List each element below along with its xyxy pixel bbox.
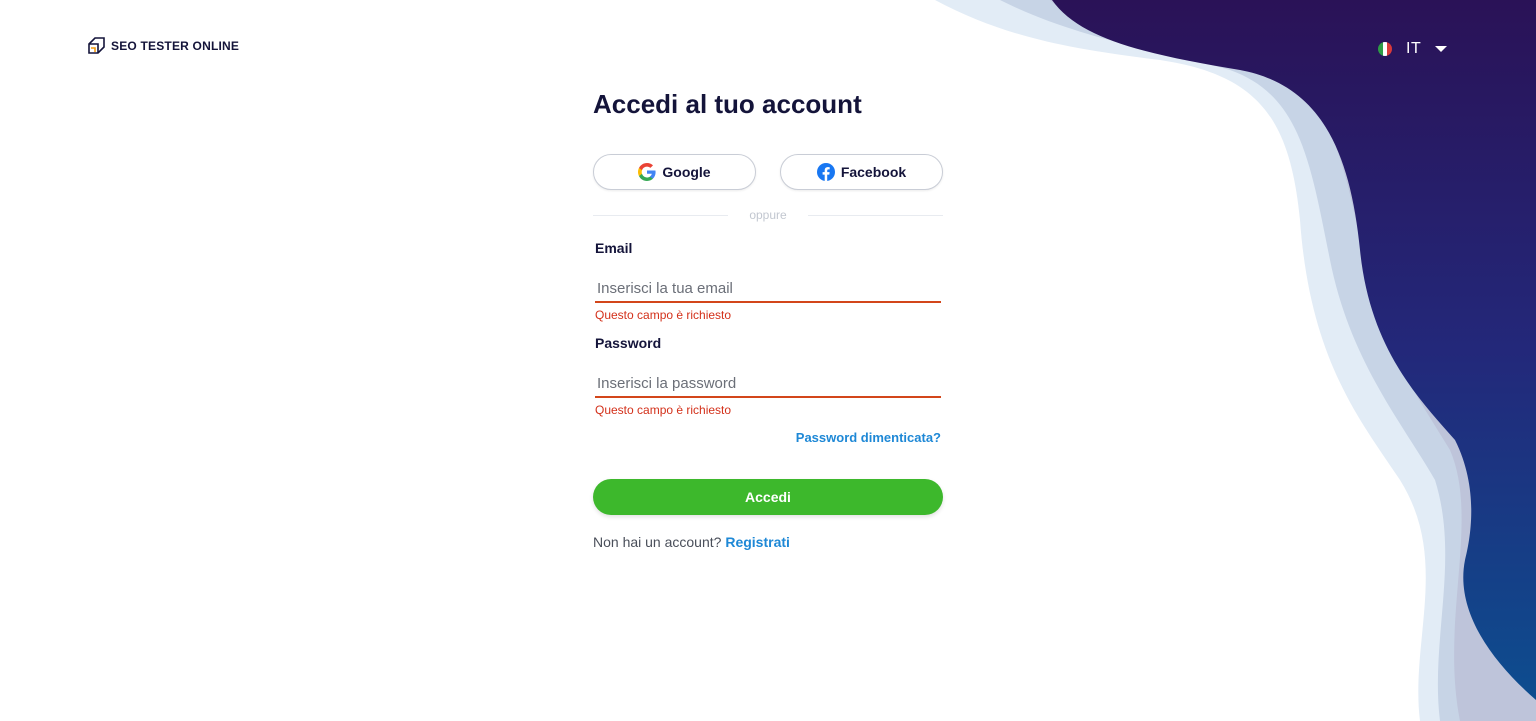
divider: oppure: [593, 206, 943, 224]
signup-prompt: Non hai un account? Registrati: [593, 534, 943, 550]
divider-text: oppure: [749, 208, 787, 222]
brand-logo[interactable]: SEO TESTER ONLINE: [86, 36, 239, 56]
login-button[interactable]: Accedi: [593, 479, 943, 515]
forgot-password-link[interactable]: Password dimenticata?: [593, 430, 941, 445]
email-label: Email: [595, 240, 633, 256]
facebook-icon: [816, 163, 835, 181]
language-code: IT: [1406, 40, 1422, 57]
brand-name: SEO TESTER ONLINE: [111, 39, 240, 53]
login-form: Accedi al tuo account Google Facebook op…: [593, 86, 943, 550]
divider-line-right: [808, 214, 943, 216]
google-icon: [638, 163, 656, 181]
email-error: Questo campo è richiesto: [595, 308, 732, 322]
google-label: Google: [662, 164, 711, 180]
chevron-down-icon: [1435, 46, 1448, 52]
page-title: Accedi al tuo account: [593, 89, 862, 119]
cube-logo-icon: [88, 37, 105, 54]
facebook-login-button[interactable]: Facebook: [780, 154, 943, 190]
password-error: Questo campo è richiesto: [595, 403, 732, 417]
signup-prompt-text: Non hai un account?: [593, 534, 722, 550]
social-login-row: Google Facebook: [593, 154, 943, 190]
signup-link[interactable]: Registrati: [725, 534, 790, 550]
italy-flag-icon: [1378, 42, 1392, 56]
password-field[interactable]: [595, 368, 941, 398]
google-login-button[interactable]: Google: [593, 154, 756, 190]
language-selector[interactable]: IT: [1378, 40, 1448, 58]
email-field[interactable]: [595, 273, 941, 303]
divider-line-left: [593, 214, 728, 216]
password-label: Password: [595, 335, 662, 351]
facebook-label: Facebook: [840, 164, 907, 180]
